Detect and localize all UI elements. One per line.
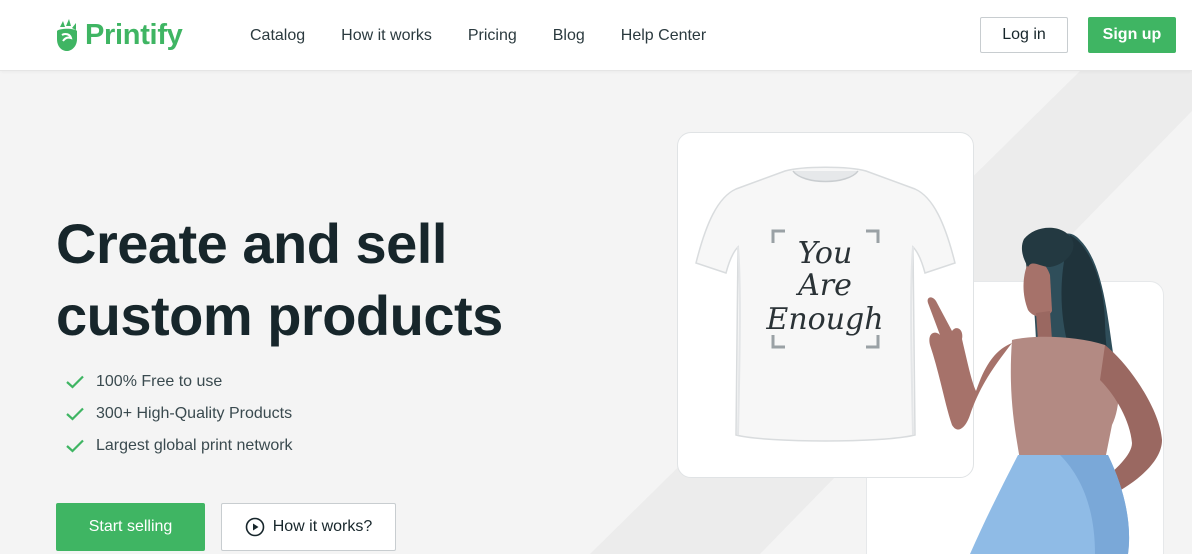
- check-icon: [66, 375, 84, 389]
- nav-blog[interactable]: Blog: [553, 27, 585, 45]
- printify-logo-icon: [57, 19, 77, 51]
- feature-label: 100% Free to use: [96, 373, 223, 390]
- signup-button[interactable]: Sign up: [1088, 17, 1176, 53]
- shirt-text-line: Are: [795, 268, 852, 303]
- feature-label: Largest global print network: [96, 437, 293, 454]
- top-navigation-bar: Printify Catalog How it works Pricing Bl…: [0, 0, 1192, 71]
- shirt-text-line: Enough: [765, 302, 883, 337]
- how-it-works-label: How it works?: [272, 518, 373, 535]
- nav-catalog[interactable]: Catalog: [250, 27, 305, 45]
- feature-item: Largest global print network: [66, 430, 293, 462]
- shirt-text-line: You: [798, 236, 853, 271]
- check-icon: [66, 439, 84, 453]
- hero-title-line-1: Create and sell: [56, 212, 447, 275]
- how-it-works-button[interactable]: How it works?: [221, 503, 396, 551]
- play-icon: [245, 517, 265, 537]
- nav-help-center[interactable]: Help Center: [621, 27, 706, 45]
- nav-pricing[interactable]: Pricing: [468, 27, 517, 45]
- brand-name: Printify: [85, 18, 183, 51]
- login-button[interactable]: Log in: [980, 17, 1068, 53]
- hero-title-line-2: custom products: [56, 284, 503, 347]
- check-icon: [66, 407, 84, 421]
- feature-label: 300+ High-Quality Products: [96, 405, 293, 422]
- feature-item: 100% Free to use: [66, 366, 293, 398]
- start-selling-button[interactable]: Start selling: [56, 503, 205, 551]
- woman-illustration: [927, 227, 1162, 554]
- main-nav: Catalog How it works Pricing Blog Help C…: [250, 0, 742, 71]
- nav-how-it-works[interactable]: How it works: [341, 27, 432, 45]
- feature-item: 300+ High-Quality Products: [66, 398, 293, 430]
- feature-list: 100% Free to use 300+ High-Quality Produ…: [66, 366, 293, 462]
- printify-logo[interactable]: Printify: [55, 16, 183, 54]
- hero-title: Create and sell custom products: [56, 208, 503, 352]
